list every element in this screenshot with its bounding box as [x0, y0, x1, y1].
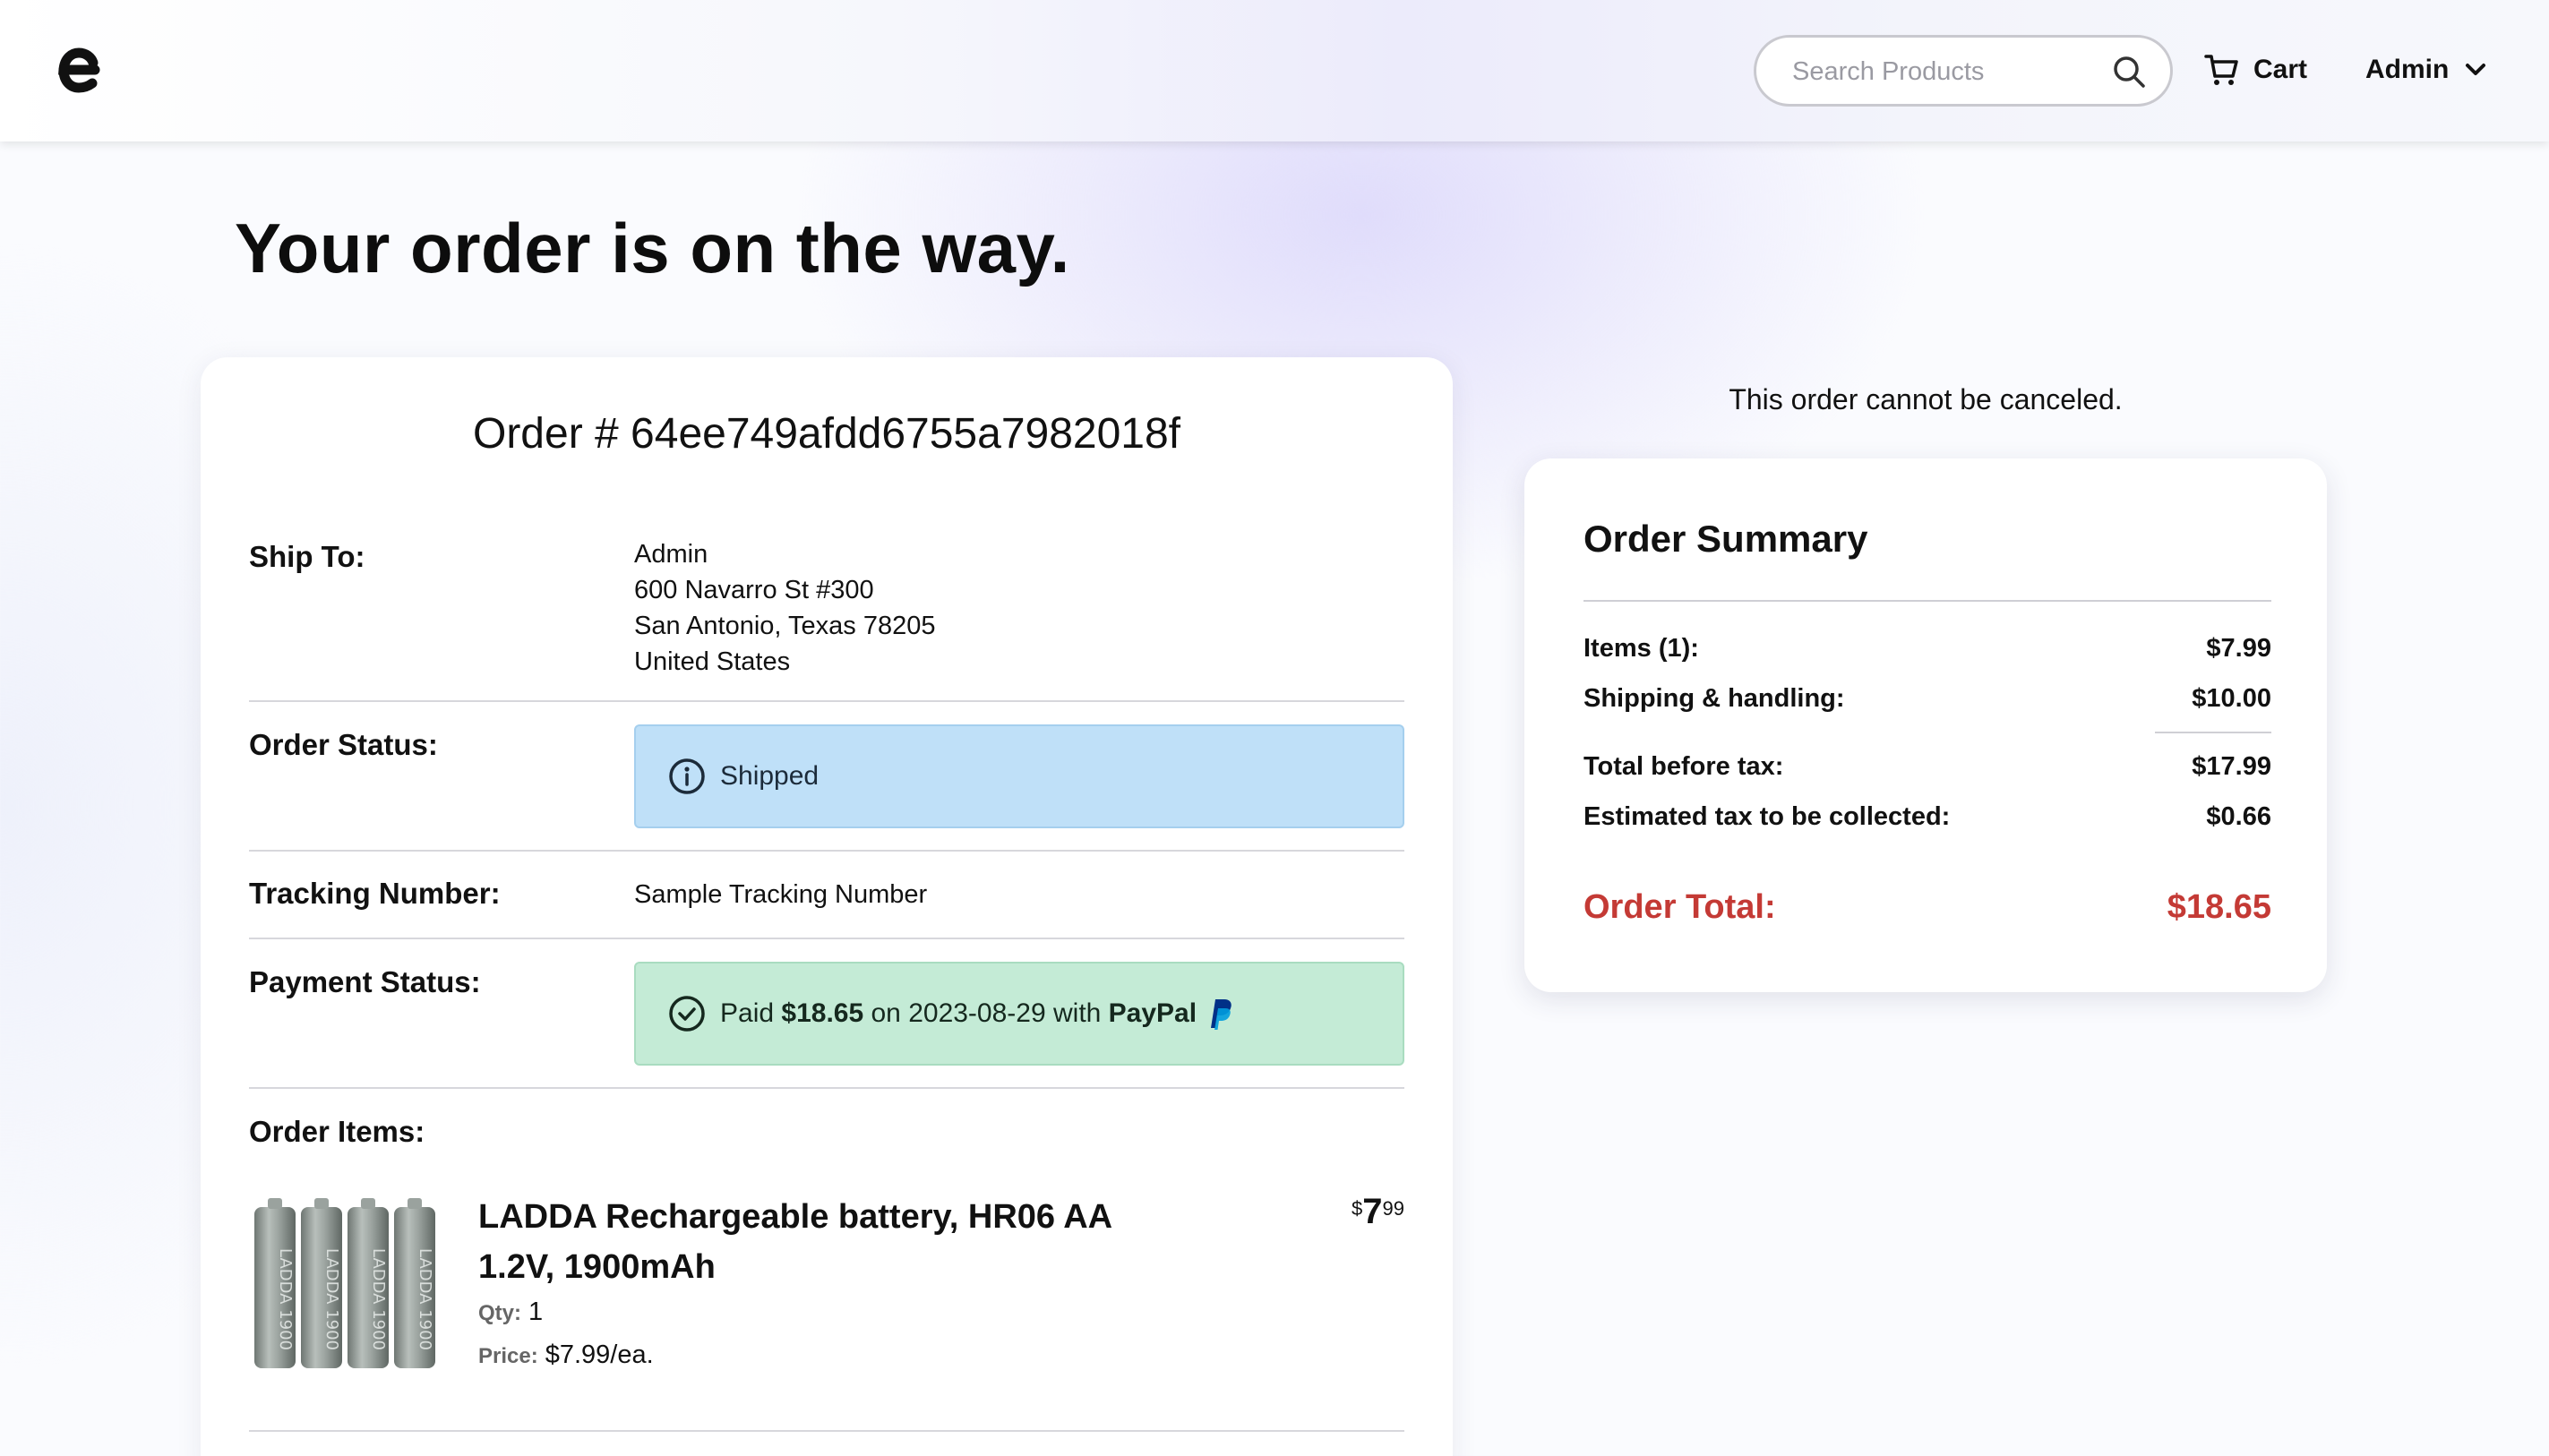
order-total-label: Order Total: — [1583, 888, 1776, 926]
user-name: Admin — [2365, 55, 2450, 84]
product-name-link[interactable]: LADDA Rechargeable battery, HR06 AA 1.2V… — [478, 1192, 1159, 1292]
order-status-alert: Shipped — [634, 724, 1404, 828]
check-circle-icon — [669, 996, 705, 1032]
search-icon[interactable] — [2111, 54, 2147, 90]
address-street: 600 Navarro St #300 — [634, 576, 874, 604]
payment-prefix: Paid — [720, 998, 782, 1028]
divider — [249, 850, 1404, 852]
ship-to-label: Ship To: — [249, 540, 365, 573]
page-title: Your order is on the way. — [235, 209, 1070, 287]
divider — [1583, 600, 2271, 602]
summary-row-label: Shipping & handling: — [1583, 684, 1845, 713]
divider — [2155, 732, 2271, 733]
summary-row-value: $17.99 — [2192, 752, 2271, 781]
qty-value: 1 — [528, 1298, 544, 1326]
summary-row-total-before-tax: Total before tax: $17.99 — [1583, 752, 2271, 782]
price-fraction: 99 — [1382, 1197, 1404, 1220]
divider — [249, 700, 1404, 702]
info-icon — [669, 758, 705, 794]
price-each-value: $7.99/ea. — [545, 1340, 654, 1369]
address-name: Admin — [634, 540, 708, 569]
product-price: $7 99 — [1352, 1194, 1404, 1229]
cart-link[interactable]: Cart — [2203, 50, 2307, 90]
divider — [249, 1430, 1404, 1432]
top-navbar: Cart Admin — [0, 0, 2549, 141]
chevron-down-icon — [2466, 64, 2486, 75]
search-bar — [1754, 35, 2173, 107]
order-status-label: Order Status: — [249, 728, 438, 761]
cart-icon — [2204, 55, 2238, 85]
product-image-batteries[interactable]: LADDA 1900 LADDA 1900 LADDA 1900 LADDA 1… — [253, 1195, 441, 1374]
order-details-card: Order # 64ee749afdd6755a7982018f Ship To… — [201, 357, 1453, 1456]
summary-row-label: Estimated tax to be collected: — [1583, 802, 1951, 831]
payment-status-alert: Paid $18.65 on 2023-08-29 with PayPal — [634, 962, 1404, 1066]
svg-text:LADDA 1900: LADDA 1900 — [276, 1248, 295, 1350]
summary-row-tax: Estimated tax to be collected: $0.66 — [1583, 802, 2271, 832]
user-menu[interactable]: Admin — [2365, 50, 2488, 90]
search-input[interactable] — [1792, 54, 2097, 90]
order-total-row: Order Total: $18.65 — [1583, 888, 2271, 927]
price-whole: 7 — [1362, 1192, 1383, 1231]
shipping-address: Admin 600 Navarro St #300 San Antonio, T… — [634, 536, 935, 680]
paypal-icon — [1211, 999, 1232, 1030]
svg-text:LADDA 1900: LADDA 1900 — [416, 1248, 434, 1350]
tracking-number-label: Tracking Number: — [249, 877, 501, 910]
payment-status-label: Payment Status: — [249, 965, 481, 998]
price-currency: $ — [1352, 1197, 1363, 1220]
order-summary-title: Order Summary — [1583, 518, 1868, 560]
svg-text:LADDA 1900: LADDA 1900 — [322, 1248, 341, 1350]
order-total-value: $18.65 — [2167, 888, 2271, 926]
divider — [249, 938, 1404, 939]
brand-logo-icon[interactable] — [52, 43, 102, 97]
order-number: Order # 64ee749afdd6755a7982018f — [472, 410, 1181, 458]
summary-row-value: $10.00 — [2192, 684, 2271, 713]
payment-method: PayPal — [1108, 998, 1197, 1028]
address-country: United States — [634, 647, 791, 676]
divider — [249, 1087, 1404, 1089]
payment-amount: $18.65 — [781, 998, 864, 1028]
price-label: Price: — [478, 1344, 538, 1368]
cart-label: Cart — [2253, 55, 2308, 84]
svg-text:LADDA 1900: LADDA 1900 — [369, 1248, 388, 1350]
payment-date-text: on 2023-08-29 with — [863, 998, 1109, 1028]
summary-row-items: Items (1): $7.99 — [1583, 634, 2271, 664]
qty-label: Qty: — [478, 1301, 521, 1325]
order-items-label: Order Items: — [249, 1115, 425, 1148]
address-city-line: San Antonio, Texas 78205 — [634, 612, 936, 640]
summary-row-label: Items (1): — [1583, 634, 1699, 663]
product-unit-price: Price: $7.99/ea. — [478, 1340, 654, 1370]
tracking-number-value: Sample Tracking Number — [634, 880, 928, 909]
order-summary-card: Order Summary Items (1): $7.99 Shipping … — [1524, 458, 2327, 992]
summary-row-shipping: Shipping & handling: $10.00 — [1583, 684, 2271, 714]
product-qty: Qty: 1 — [478, 1298, 543, 1327]
cancel-note: This order cannot be canceled. — [1729, 383, 2123, 415]
order-status-value: Shipped — [720, 761, 820, 791]
summary-row-label: Total before tax: — [1583, 752, 1784, 781]
summary-row-value: $7.99 — [2206, 634, 2271, 663]
summary-row-value: $0.66 — [2206, 802, 2271, 831]
